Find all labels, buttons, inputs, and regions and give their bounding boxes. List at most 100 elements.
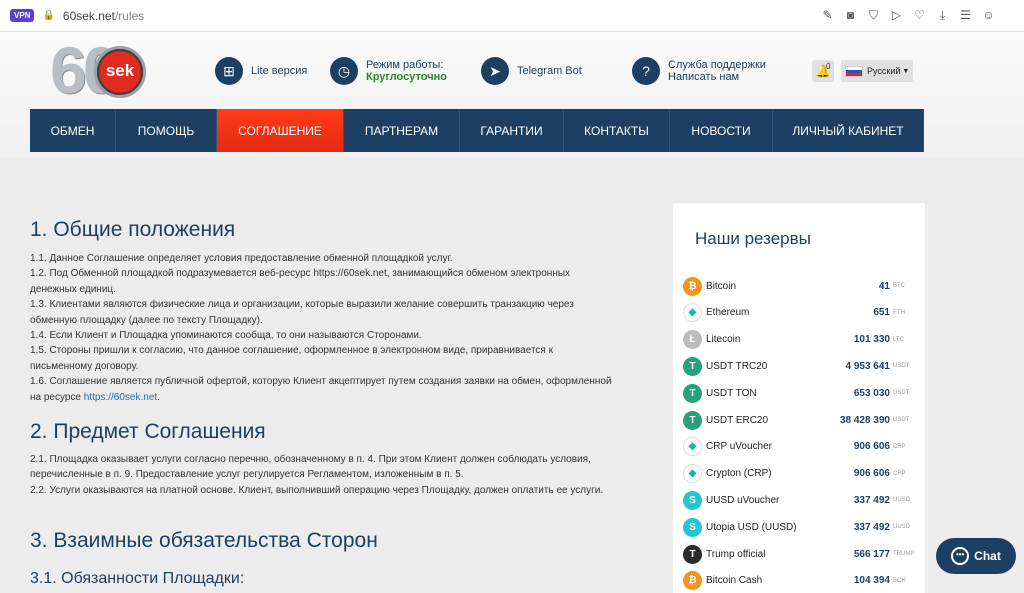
reserve-amount: 38 428 390 xyxy=(839,414,890,426)
coin-icon: ₿ xyxy=(683,571,702,591)
reserve-name: CRP uVoucher xyxy=(706,441,772,453)
site-link[interactable]: https://60sek.net xyxy=(84,392,157,403)
reserve-amount: 906 606 xyxy=(853,441,890,453)
reserve-row: T USDT TON 653 030 USDT xyxy=(683,380,915,406)
reserve-unit: BTC xyxy=(893,283,905,289)
heart-icon[interactable]: ♡ xyxy=(908,8,931,23)
coin-icon: ◆ xyxy=(683,303,702,323)
nav-item-0[interactable]: ОБМЕН xyxy=(30,109,116,152)
reserve-amount: 337 492 xyxy=(853,494,890,506)
reserve-row: T USDT TRC20 4 953 641 USDT xyxy=(683,353,915,379)
work-mode-label: Режим работы: xyxy=(366,59,444,71)
reserve-amount: 653 030 xyxy=(853,387,890,399)
reserve-name: Bitcoin Cash xyxy=(706,575,763,587)
reserve-name: USDT TRC20 xyxy=(706,360,768,372)
url-path: /rules xyxy=(114,8,145,23)
language-label: Русский xyxy=(867,66,901,76)
reserve-amount: 104 394 xyxy=(853,575,890,587)
work-mode: ◷ Режим работы: Круглосуточно xyxy=(330,57,447,85)
reserve-row: T USDT ERC20 38 428 390 USDT xyxy=(683,407,915,433)
clause-1-4: 1.4. Если Клиент и Площадка упоминаются … xyxy=(30,330,422,342)
clause-1-5: 1.5. Стороны пришли к согласию, что данн… xyxy=(30,345,554,372)
coin-icon: T xyxy=(683,383,702,403)
nav-item-4[interactable]: ГАРАНТИИ xyxy=(460,109,564,152)
reserve-unit: LTC xyxy=(893,336,904,343)
reserve-row: S UUSD uVoucher 337 492 UUSD xyxy=(683,487,915,513)
nav-item-7[interactable]: ЛИЧНЫЙ КАБИНЕТ xyxy=(773,109,924,152)
reserve-unit: USDT xyxy=(893,363,910,370)
reserve-name: Trump official xyxy=(706,548,766,560)
notification-count: 0 xyxy=(826,62,831,71)
nav-item-5[interactable]: КОНТАКТЫ xyxy=(564,109,670,152)
nav-item-2[interactable]: СОГЛАШЕНИЕ xyxy=(217,109,344,152)
clause-1-2: 1.2. Под Обменной площадкой подразумевае… xyxy=(30,268,571,295)
lock-icon[interactable]: 🔒 xyxy=(42,10,54,21)
browser-toolbar: VPN 🔒 60sek.net/rules ✎ ◙ ⛉ ▷ ♡ ⤓ ☰ ☺ xyxy=(0,0,1024,32)
reserve-name: Crypton (CRP) xyxy=(706,468,772,480)
language-selector[interactable]: Русский ▼ xyxy=(841,60,913,82)
download-icon[interactable]: ⤓ xyxy=(931,8,954,23)
chevron-down-icon: ▼ xyxy=(902,67,910,75)
reserve-unit: ETH xyxy=(893,309,905,316)
nav-item-6[interactable]: НОВОСТИ xyxy=(670,109,773,152)
reserve-unit: CRP xyxy=(893,470,906,477)
reserve-unit: USDT xyxy=(893,417,910,423)
reserve-name: Bitcoin xyxy=(706,280,737,292)
reserve-name: UUSD uVoucher xyxy=(706,494,780,506)
edit-icon[interactable]: ✎ xyxy=(816,8,839,23)
coin-icon: T xyxy=(683,356,702,376)
reserve-amount: 651 xyxy=(873,307,890,319)
section-2-title: 2. Предмет Соглашения xyxy=(30,420,266,443)
logo-text: sek xyxy=(99,51,141,93)
nav-item-1[interactable]: ПОМОЩЬ xyxy=(116,109,217,152)
support-label: Служба поддержки xyxy=(668,59,766,71)
telegram-bot-label: Telegram Bot xyxy=(517,65,582,77)
coin-icon: ₿ xyxy=(683,276,702,296)
reserve-amount: 101 330 xyxy=(853,334,890,346)
question-icon: ? xyxy=(632,57,660,85)
site-logo[interactable]: 60 sek xyxy=(50,33,150,107)
reserve-row: T Trump official 566 177 TRUMP xyxy=(683,541,915,567)
telegram-bot-link[interactable]: ➤ Telegram Bot xyxy=(481,57,582,85)
reserves-title: Наши резервы xyxy=(695,229,811,248)
reserve-amount: 566 177 xyxy=(853,548,890,560)
reserve-name: Litecoin xyxy=(706,334,741,346)
lite-version-link[interactable]: ⊞ Lite версия xyxy=(215,57,307,85)
chat-button[interactable]: ••• Chat xyxy=(936,538,1016,574)
chat-bubble-icon: ••• xyxy=(951,547,970,565)
camera-icon[interactable]: ◙ xyxy=(839,8,862,23)
url-host: 60sek.net xyxy=(62,8,115,23)
reserve-name: USDT ERC20 xyxy=(706,414,769,426)
reserve-row: ◆ CRP uVoucher 906 606 CRP xyxy=(683,434,915,460)
reserve-amount: 41 xyxy=(878,280,890,292)
main-nav: ОБМЕН ПОМОЩЬ СОГЛАШЕНИЕ ПАРТНЕРАМ ГАРАНТИИ КО… xyxy=(30,109,924,152)
coin-icon: ◆ xyxy=(683,464,702,484)
coin-icon: T xyxy=(683,544,702,564)
address-bar[interactable]: 60sek.net/rules xyxy=(63,9,144,23)
russia-flag-icon xyxy=(845,65,863,77)
clause-2-1: 2.1. Площадка оказывает услуги согласно … xyxy=(30,454,591,481)
browser-actions: ✎ ◙ ⛉ ▷ ♡ ⤓ ☰ ☺ xyxy=(816,8,1000,23)
support-link[interactable]: ? Служба поддержки Написать нам xyxy=(632,57,766,85)
telegram-icon: ➤ xyxy=(481,57,509,85)
nav-item-3[interactable]: ПАРТНЕРАМ xyxy=(344,109,460,152)
clause-1-6: 1.6. Соглашение является публичной оферт… xyxy=(30,376,612,403)
clock-icon: ◷ xyxy=(330,57,358,85)
profile-icon[interactable]: ☺ xyxy=(977,8,1000,23)
coin-icon: S xyxy=(683,517,702,537)
coin-icon: S xyxy=(683,490,702,510)
menu-icon[interactable]: ☰ xyxy=(954,8,977,23)
reserve-unit: BCH xyxy=(893,577,906,584)
reserve-row: S Utopia USD (UUSD) 337 492 UUSD xyxy=(683,514,915,540)
chat-label: Chat xyxy=(974,549,1001,563)
play-icon[interactable]: ▷ xyxy=(885,8,908,23)
work-mode-value: Круглосуточно xyxy=(366,71,447,83)
lite-version-label: Lite версия xyxy=(251,65,308,77)
section-1-title: 1. Общие положения xyxy=(30,218,236,241)
reserve-amount: 337 492 xyxy=(853,521,890,533)
shield-icon[interactable]: ⛉ xyxy=(862,8,885,23)
reserve-unit: UUSD xyxy=(893,497,911,504)
bell-icon[interactable]: 🔔 xyxy=(812,60,834,82)
reserve-row: Ł Litecoin 101 330 LTC xyxy=(683,327,915,353)
vpn-badge[interactable]: VPN xyxy=(10,9,35,22)
